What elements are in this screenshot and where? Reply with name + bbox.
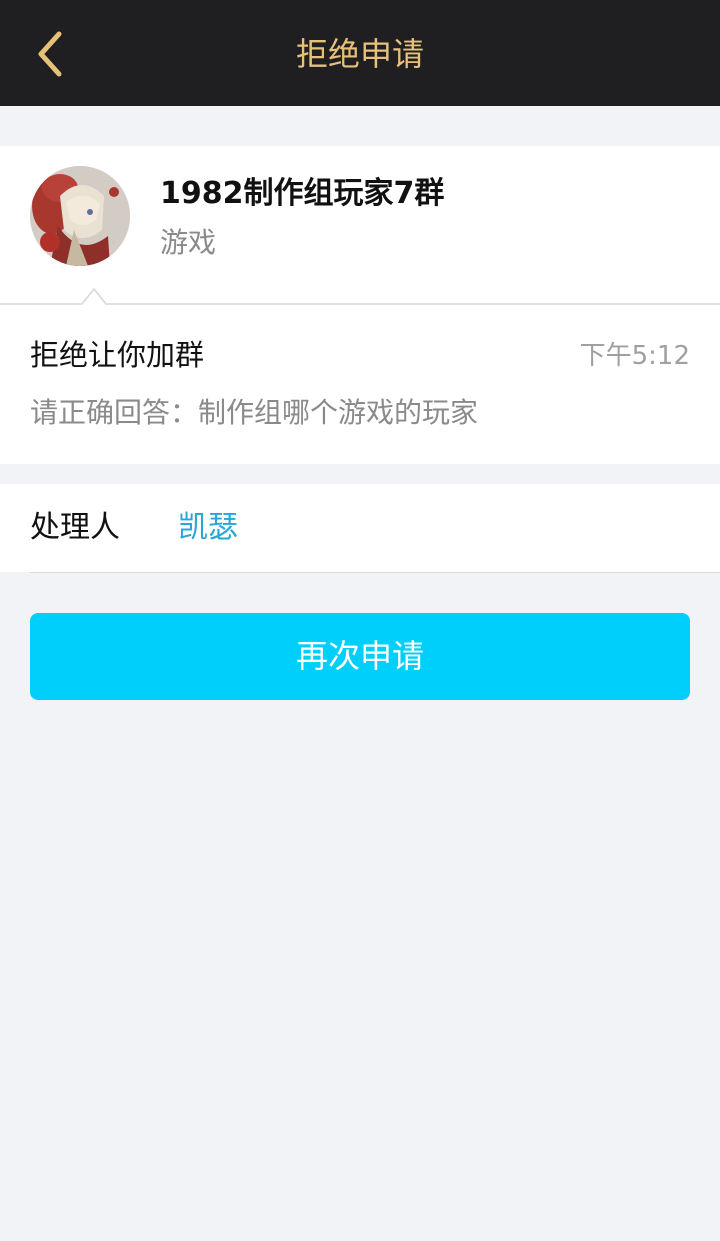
- group-card[interactable]: 1982制作组玩家7群 游戏: [0, 146, 720, 304]
- group-category: 游戏: [160, 226, 217, 259]
- group-avatar: [30, 166, 130, 266]
- reapply-button[interactable]: 再次申请: [30, 613, 690, 700]
- page-title: 拒绝申请: [295, 35, 424, 73]
- group-name: 1982制作组玩家7群: [160, 176, 445, 211]
- reply-message: 请正确回答：制作组哪个游戏的玩家: [30, 396, 479, 429]
- handler-name-link[interactable]: 凯瑟: [178, 506, 238, 550]
- handler-row: 处理人 凯瑟: [0, 484, 720, 572]
- top-bar: 拒绝申请: [0, 0, 720, 106]
- reply-time: 下午5:12: [579, 341, 690, 371]
- reply-card: 拒绝让你加群 下午5:12 请正确回答：制作组哪个游戏的玩家: [0, 306, 720, 464]
- section-divider: [0, 285, 720, 307]
- handler-label: 处理人: [30, 510, 120, 545]
- reply-title: 拒绝让你加群: [30, 338, 205, 372]
- divider: [30, 572, 720, 573]
